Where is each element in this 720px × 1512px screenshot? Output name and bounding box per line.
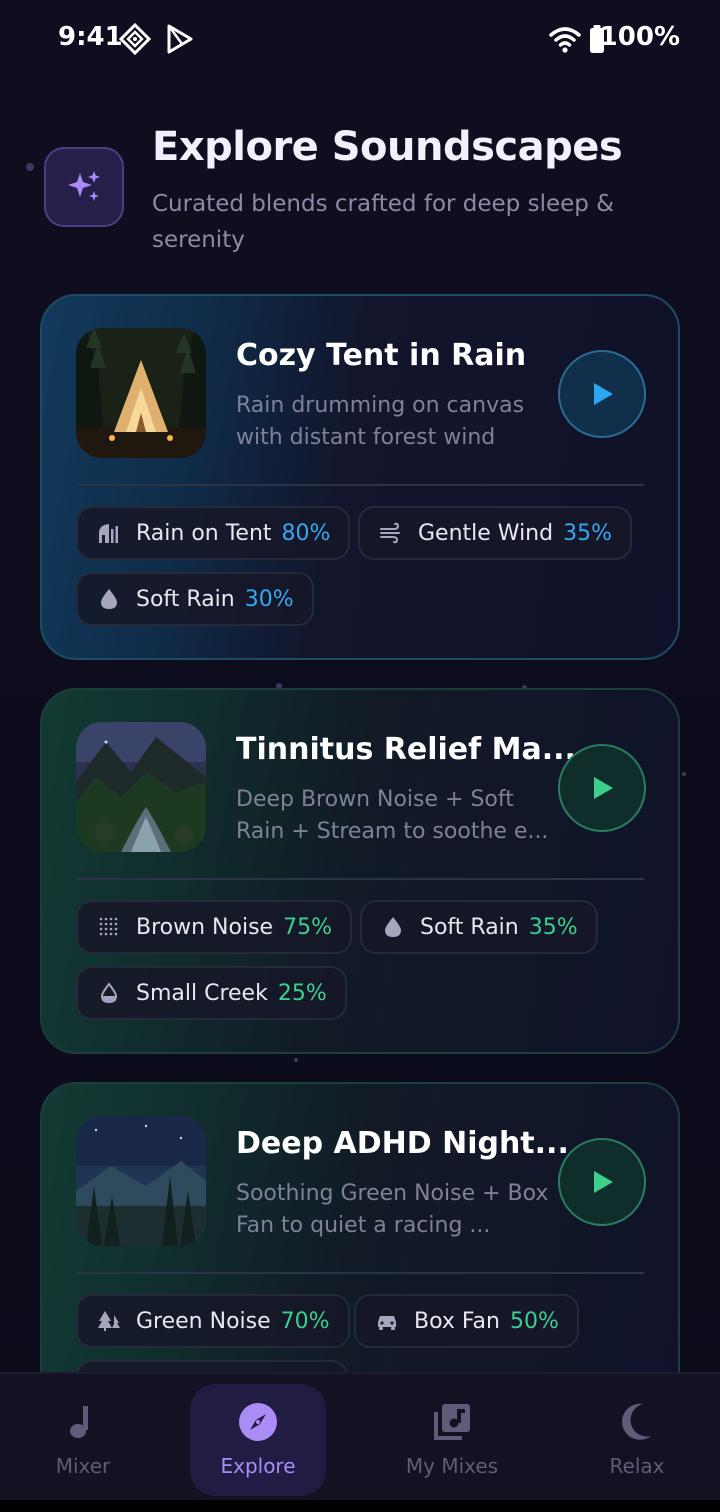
- car-icon: [374, 1308, 400, 1334]
- droplet-icon: [380, 914, 406, 940]
- app-screen: 9:41 100% Explore Soundscapes Curated bl…: [0, 0, 720, 1512]
- soundscape-card[interactable]: Tinnitus Relief Ma... Deep Brown Noise +…: [40, 688, 680, 1054]
- sparkles-badge: [44, 147, 124, 227]
- rain-on-tent-icon: [96, 520, 122, 546]
- sound-chip[interactable]: Box Fan 50%: [354, 1294, 579, 1348]
- sound-chip[interactable]: Soft Rain 35%: [360, 900, 598, 954]
- nav-label: Relax: [609, 1454, 665, 1478]
- bottom-navigation: Mixer Explore My Mixes Relax: [0, 1372, 720, 1512]
- gesture-bar: [0, 1500, 720, 1512]
- sound-name: Small Creek: [136, 980, 268, 1006]
- sound-level: 35%: [563, 520, 612, 546]
- music-note-icon: [70, 1406, 88, 1438]
- sound-name: Gentle Wind: [418, 520, 554, 546]
- soundscape-title: Cozy Tent in Rain: [236, 338, 527, 373]
- play-store-icon: [167, 24, 193, 54]
- sparkles-icon: [68, 171, 100, 201]
- droplet-icon: [96, 586, 122, 612]
- play-icon: [594, 777, 613, 799]
- soundscape-thumbnail: [76, 328, 206, 458]
- sound-level: 70%: [280, 1308, 330, 1334]
- wind-icon: [378, 520, 404, 546]
- sound-chip[interactable]: Brown Noise 75%: [76, 900, 352, 954]
- nav-item-relax[interactable]: Relax: [569, 1384, 705, 1496]
- trees-icon: [96, 1308, 122, 1334]
- card-divider: [76, 878, 644, 880]
- sound-chip[interactable]: Gentle Wind 35%: [358, 506, 632, 560]
- library-music-icon: [434, 1404, 470, 1440]
- background-star: [26, 163, 34, 171]
- sound-name: Green Noise: [136, 1308, 271, 1334]
- card-divider: [76, 1272, 644, 1274]
- sound-chip[interactable]: Soft Rain 30%: [76, 572, 314, 626]
- sound-chip[interactable]: Rain on Tent 80%: [76, 506, 351, 560]
- soundscape-title: Tinnitus Relief Ma...: [236, 732, 576, 767]
- card-divider: [76, 484, 644, 486]
- page-subtitle: Curated blends crafted for deep sleep & …: [152, 191, 615, 253]
- play-icon: [594, 383, 613, 405]
- sound-level: 25%: [277, 980, 327, 1006]
- sound-name: Soft Rain: [136, 586, 235, 612]
- soundscape-title: Deep ADHD Night...: [236, 1126, 569, 1161]
- page-title: Explore Soundscapes: [152, 124, 623, 170]
- sound-level: 35%: [528, 914, 578, 940]
- sound-chip[interactable]: Small Creek 25%: [76, 966, 347, 1020]
- background-star: [682, 772, 686, 776]
- sound-level: 50%: [509, 1308, 559, 1334]
- wifi-icon: [549, 27, 581, 53]
- battery-percentage: 100%: [599, 22, 680, 52]
- sound-level: 30%: [244, 586, 294, 612]
- soundscape-card[interactable]: Cozy Tent in Rain Rain drumming on canva…: [40, 294, 680, 660]
- sound-name: Soft Rain: [420, 914, 519, 940]
- soundscape-description: Deep Brown Noise + Soft Rain + Stream to…: [236, 787, 549, 844]
- status-bar: 9:41 100%: [0, 0, 720, 80]
- sound-name: Rain on Tent: [136, 520, 272, 546]
- play-button[interactable]: [558, 1138, 646, 1226]
- moon-icon: [622, 1403, 651, 1440]
- soundscape-thumbnail: [76, 1116, 206, 1246]
- nav-item-mixer[interactable]: Mixer: [15, 1384, 151, 1496]
- sound-name: Brown Noise: [136, 914, 274, 940]
- nav-item-my-mixes[interactable]: My Mixes: [384, 1384, 520, 1496]
- play-button[interactable]: [558, 744, 646, 832]
- status-app-icon: [118, 22, 152, 56]
- sound-level: 80%: [281, 520, 331, 546]
- nav-label: Explore: [220, 1454, 296, 1478]
- soundscape-description: Soothing Green Noise + Box Fan to quiet …: [236, 1181, 549, 1238]
- nav-label: My Mixes: [405, 1454, 499, 1478]
- background-star: [294, 1058, 298, 1062]
- sound-chip[interactable]: Green Noise 70%: [76, 1294, 350, 1348]
- noise-grid-icon: [96, 914, 122, 940]
- sound-level: 75%: [283, 914, 332, 940]
- sound-name: Box Fan: [414, 1308, 500, 1334]
- nav-item-explore[interactable]: Explore: [190, 1384, 326, 1496]
- status-time: 9:41: [58, 22, 123, 52]
- compass-icon: [239, 1403, 277, 1441]
- play-icon: [594, 1171, 613, 1193]
- soundscape-description: Rain drumming on canvas with distant for…: [236, 393, 525, 450]
- water-drop-icon: [96, 980, 122, 1006]
- play-button[interactable]: [558, 350, 646, 438]
- soundscape-thumbnail: [76, 722, 206, 852]
- nav-label: Mixer: [55, 1454, 111, 1478]
